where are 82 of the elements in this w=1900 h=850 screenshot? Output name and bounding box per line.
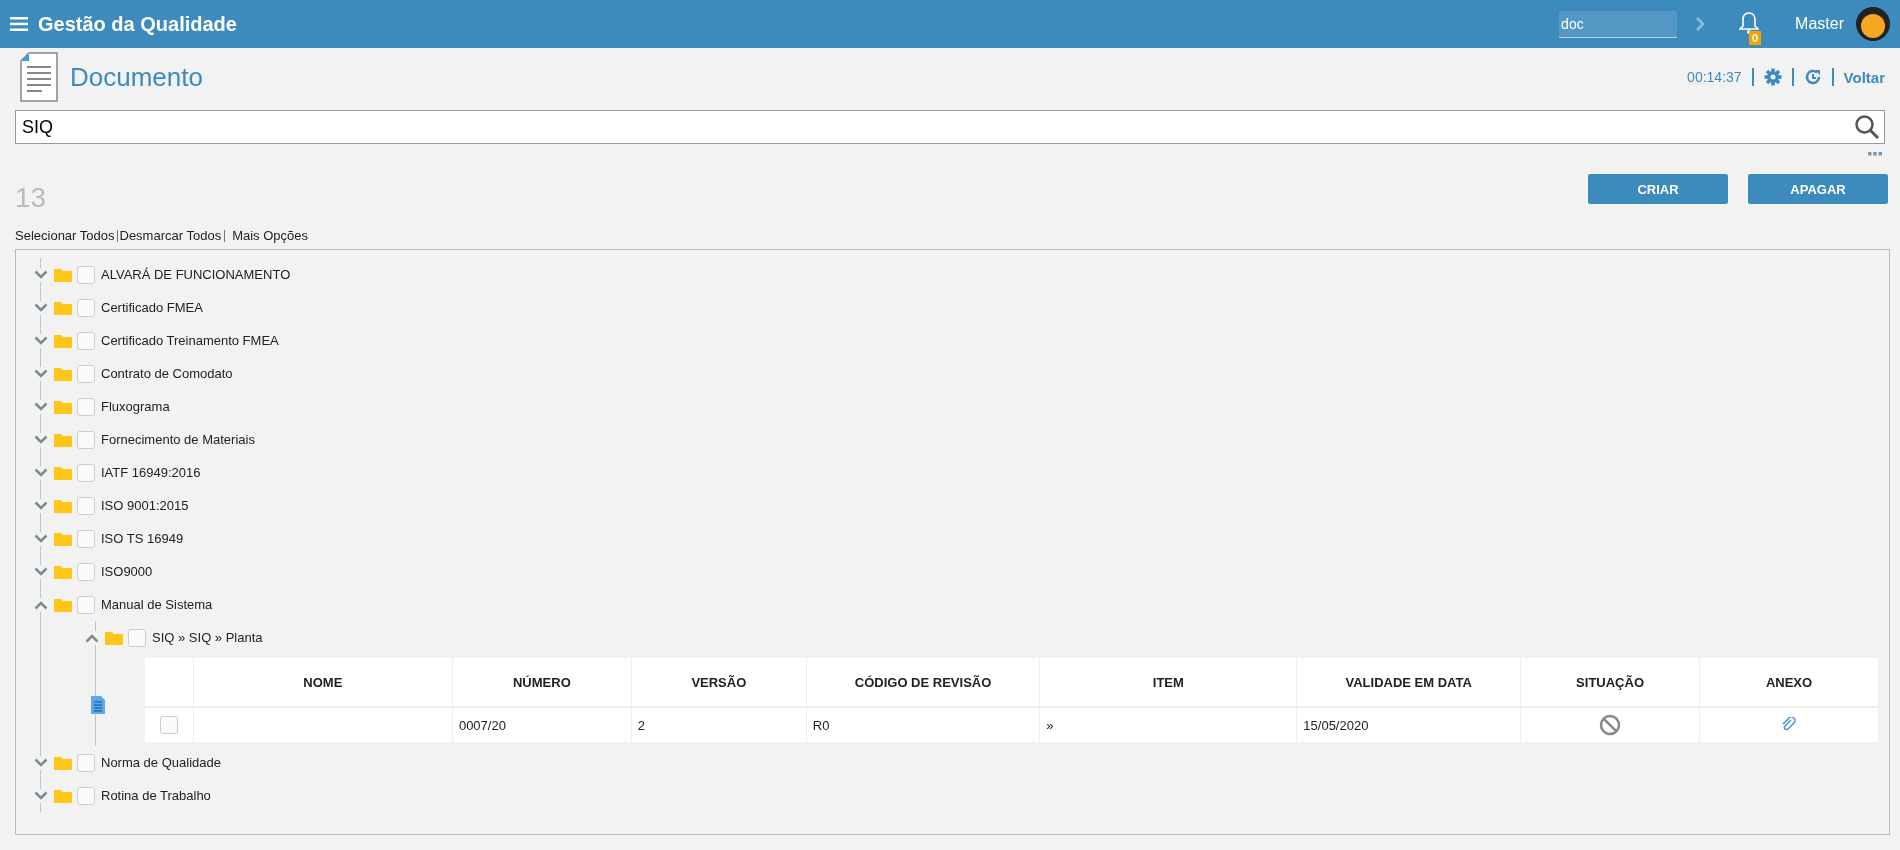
tree-node-label[interactable]: Norma de Qualidade — [101, 755, 221, 770]
tree-node-label[interactable]: Manual de Sistema — [101, 597, 213, 612]
tree-node-label[interactable]: ISO 9001:2015 — [101, 498, 189, 513]
page-title: Documento — [70, 61, 203, 93]
separator — [1791, 68, 1794, 86]
checkbox[interactable] — [77, 786, 95, 805]
tree-node-label[interactable]: Fornecimento de Materiais — [101, 432, 255, 447]
folder-icon — [54, 788, 72, 803]
tree-node-label[interactable]: Fluxograma — [101, 399, 170, 414]
chevron-right-icon[interactable] — [1695, 17, 1706, 31]
column-header: VALIDADE EM DATA — [1296, 658, 1521, 707]
separator — [1751, 68, 1754, 86]
history-icon[interactable] — [1803, 68, 1822, 86]
separator — [1831, 68, 1834, 86]
table-cell: » — [1039, 707, 1297, 742]
more-icon[interactable] — [1868, 152, 1882, 156]
bell-icon[interactable] — [1739, 11, 1760, 35]
column-header: SITUAÇÃO — [1520, 658, 1700, 707]
checkbox[interactable] — [77, 562, 95, 581]
avatar[interactable] — [1856, 7, 1890, 41]
folder-icon — [54, 465, 72, 480]
checkbox[interactable] — [77, 430, 95, 449]
folder-icon — [54, 399, 72, 414]
table-cell: 0007/20 — [452, 707, 632, 742]
checkbox[interactable] — [77, 529, 95, 548]
checkbox[interactable] — [77, 298, 95, 317]
checkbox[interactable] — [77, 753, 95, 772]
tree-node-label[interactable]: ISO TS 16949 — [101, 531, 184, 546]
document-file-icon[interactable] — [91, 696, 105, 714]
column-header: CÓDIGO DE REVISÃO — [806, 658, 1040, 707]
session-timer: 00:14:37 — [1687, 69, 1742, 85]
document-icon — [20, 52, 58, 102]
checkbox[interactable] — [77, 496, 95, 515]
tree-node-label[interactable]: Contrato de Comodato — [101, 366, 233, 381]
checkbox[interactable] — [128, 628, 146, 647]
folder-icon — [54, 333, 72, 348]
selection-link[interactable]: Mais Opções — [232, 228, 308, 243]
selection-link[interactable]: Desmarcar Todos — [119, 228, 222, 243]
tree-node-label[interactable]: ISO9000 — [101, 564, 153, 579]
checkbox[interactable] — [77, 265, 95, 284]
checkbox[interactable] — [159, 716, 178, 734]
column-header: ITEM — [1039, 658, 1297, 707]
column-header: ANEXO — [1699, 658, 1879, 707]
tree-node-label[interactable]: Rotina de Trabalho — [101, 788, 211, 803]
separator — [116, 229, 118, 242]
table-cell: 15/05/2020 — [1296, 707, 1521, 742]
selection-link[interactable]: Selecionar Todos — [15, 228, 115, 243]
folder-icon — [54, 531, 72, 546]
folder-icon — [54, 597, 72, 612]
column-header: NÚMERO — [452, 658, 632, 707]
notification-badge: 0 — [1749, 31, 1762, 45]
column-header: NOME — [193, 658, 453, 707]
tree-node-label[interactable]: ALVARÁ DE FUNCIONAMENTO — [101, 267, 291, 282]
tree-node-label[interactable]: IATF 16949:2016 — [101, 465, 201, 480]
menu-icon[interactable] — [10, 17, 28, 31]
column-header: VERSÃO — [631, 658, 807, 707]
settings-icon[interactable] — [1763, 68, 1782, 86]
folder-icon — [54, 366, 72, 381]
folder-icon — [54, 564, 72, 579]
folder-icon — [54, 498, 72, 513]
search-field[interactable]: SIQ — [15, 110, 1885, 144]
checkbox[interactable] — [77, 331, 95, 350]
search-icon[interactable] — [1854, 114, 1880, 140]
folder-icon — [54, 755, 72, 770]
tree-node-label[interactable]: Certificado Treinamento FMEA — [101, 333, 279, 348]
separator — [224, 229, 226, 242]
table-cell: 2 — [631, 707, 807, 742]
checkbox[interactable] — [77, 463, 95, 482]
checkbox[interactable] — [77, 364, 95, 383]
folder-icon — [54, 300, 72, 315]
folder-icon — [54, 432, 72, 447]
folder-icon — [54, 267, 72, 282]
checkbox[interactable] — [77, 595, 95, 614]
table-cell: R0 — [806, 707, 1040, 742]
action-button[interactable]: APAGAR — [1748, 174, 1888, 204]
tree-node-label[interactable]: SIQ » SIQ » Planta — [152, 630, 263, 645]
action-button[interactable]: CRIAR — [1588, 174, 1728, 204]
checkbox[interactable] — [77, 397, 95, 416]
user-name: Master — [1795, 15, 1844, 33]
folder-icon — [105, 630, 123, 645]
app-title: Gestão da Qualidade — [38, 12, 237, 36]
tree-node-label[interactable]: Certificado FMEA — [101, 300, 203, 315]
